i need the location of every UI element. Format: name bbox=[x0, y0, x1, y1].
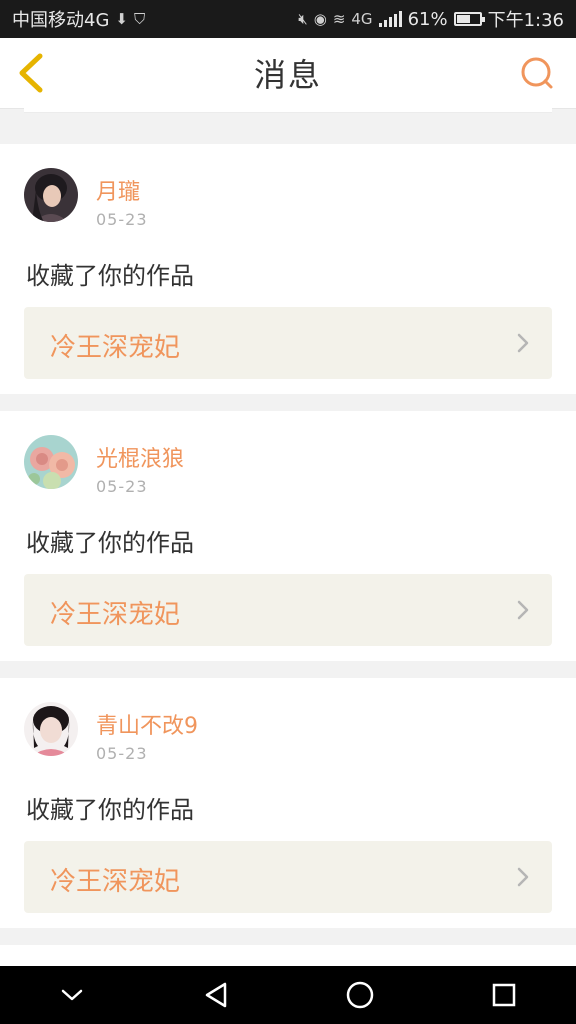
battery-fill bbox=[456, 15, 470, 23]
chevron-down-icon bbox=[61, 989, 83, 1001]
status-left: 中国移动4G ⬇ ⛉ bbox=[12, 6, 145, 32]
page-title: 消息 bbox=[253, 56, 322, 94]
avatar[interactable] bbox=[24, 168, 78, 222]
message-text: 收藏了你的作品 bbox=[26, 262, 194, 290]
back-button[interactable] bbox=[14, 52, 54, 94]
system-recents-button[interactable] bbox=[484, 975, 524, 1015]
work-title: 冷王深宠妃 bbox=[50, 867, 181, 897]
work-link[interactable]: 冷王深宠妃 bbox=[24, 574, 552, 646]
carrier-label: 中国移动4G bbox=[12, 10, 110, 31]
battery-icon bbox=[453, 12, 485, 26]
username[interactable]: 月瓏 bbox=[96, 174, 140, 206]
chevron-right-icon bbox=[517, 867, 529, 887]
system-nav-bar bbox=[0, 966, 576, 1024]
message-date: 05-23 bbox=[96, 210, 148, 229]
chevron-right-icon bbox=[517, 333, 529, 353]
eye-icon: ◉ bbox=[313, 10, 327, 28]
signal-icon bbox=[378, 11, 402, 27]
back-triangle-icon bbox=[205, 982, 227, 1008]
avatar[interactable] bbox=[24, 702, 78, 756]
recents-square-icon bbox=[492, 983, 516, 1007]
message-date: 05-23 bbox=[96, 744, 148, 763]
avatar[interactable] bbox=[24, 435, 78, 489]
username[interactable]: 光棍浪狼 bbox=[96, 441, 184, 473]
avatar-image bbox=[24, 702, 78, 756]
search-button[interactable] bbox=[520, 56, 554, 90]
status-right: 🔇︎ ◉ ≋ 4G 61% 下午1:36 bbox=[298, 6, 564, 32]
work-link[interactable]: 冷王深宠妃 bbox=[24, 841, 552, 913]
chevron-left-icon bbox=[19, 53, 43, 93]
battery-percent: 61% bbox=[407, 8, 448, 30]
work-title: 冷王深宠妃 bbox=[50, 600, 181, 630]
work-title: 冷王深宠妃 bbox=[50, 333, 181, 363]
chevron-right-icon bbox=[517, 600, 529, 620]
clock: 下午1:36 bbox=[487, 10, 564, 31]
hide-nav-button[interactable] bbox=[52, 975, 92, 1015]
status-bar: 中国移动4G ⬇ ⛉ 🔇︎ ◉ ≋ 4G 61% 下午1:36 bbox=[0, 0, 576, 38]
network-type-label: 4G bbox=[351, 10, 373, 28]
avatar-image bbox=[24, 435, 78, 489]
avatar-image bbox=[24, 168, 78, 222]
username[interactable]: 青山不改9 bbox=[96, 708, 198, 740]
previous-card-edge bbox=[24, 108, 552, 113]
home-circle-icon bbox=[346, 981, 374, 1009]
message-card: 青山不改9 05-23 收藏了你的作品 冷王深宠妃 bbox=[0, 678, 576, 928]
wifi-icon: ≋ bbox=[332, 10, 346, 28]
message-card: 月瓏 05-23 收藏了你的作品 冷王深宠妃 bbox=[0, 144, 576, 394]
system-back-button[interactable] bbox=[196, 975, 236, 1015]
message-date: 05-23 bbox=[96, 477, 148, 496]
system-home-button[interactable] bbox=[340, 975, 380, 1015]
download-icon: ⬇ bbox=[115, 10, 128, 28]
message-text: 收藏了你的作品 bbox=[26, 529, 194, 557]
search-icon bbox=[521, 57, 553, 89]
nav-bar: 消息 bbox=[0, 38, 576, 109]
message-list[interactable]: 月瓏 05-23 收藏了你的作品 冷王深宠妃 光棍浪狼 05-23 收藏了你的作… bbox=[0, 108, 576, 966]
message-card: 光棍浪狼 05-23 收藏了你的作品 冷王深宠妃 bbox=[0, 411, 576, 661]
next-card-edge bbox=[0, 945, 576, 966]
mute-icon: 🔇︎ bbox=[298, 10, 308, 28]
work-link[interactable]: 冷王深宠妃 bbox=[24, 307, 552, 379]
shield-icon: ⛉ bbox=[133, 10, 146, 28]
message-text: 收藏了你的作品 bbox=[26, 796, 194, 824]
